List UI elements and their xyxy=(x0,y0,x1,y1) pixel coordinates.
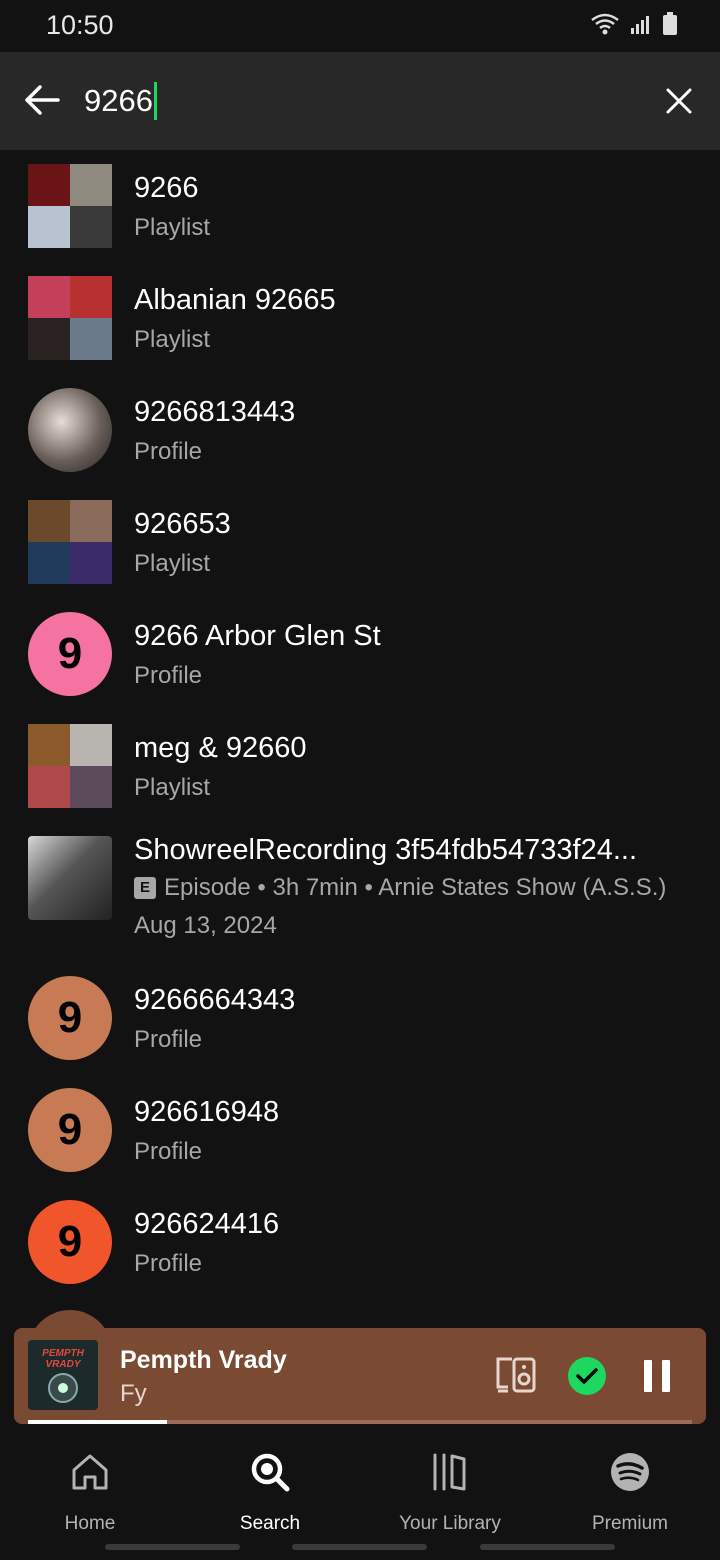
result-row-episode[interactable]: ShowreelRecording 3f54fdb54733f24... E E… xyxy=(0,834,720,966)
result-row[interactable]: 926653 Playlist xyxy=(0,500,720,600)
result-subtitle: Profile xyxy=(134,438,203,465)
playlist-cover xyxy=(28,724,112,808)
avatar-letter: 9 xyxy=(57,1217,83,1266)
library-icon xyxy=(433,1453,466,1491)
result-title: ShowreelRecording 3f54fdb54733f24... xyxy=(134,834,638,866)
result-row-partial xyxy=(0,1310,720,1328)
cover-art: PEMPTH VRADY xyxy=(28,1340,98,1410)
result-subtitle: Profile xyxy=(134,1138,203,1165)
now-playing-title: Pempth Vrady xyxy=(120,1346,287,1374)
result-subtitle: Playlist xyxy=(134,550,211,577)
result-title: 9266664343 xyxy=(134,984,296,1016)
text-caret xyxy=(153,82,157,120)
result-title: Albanian 92665 xyxy=(134,284,336,316)
nav-label: Search xyxy=(239,1513,301,1534)
result-title: 926653 xyxy=(134,508,231,540)
result-title: 9266 xyxy=(134,172,199,204)
result-title: 926624416 xyxy=(134,1208,280,1240)
result-subtitle: Episode • 3h 7min • Arnie States Show (A… xyxy=(164,874,667,901)
arrow-left-icon[interactable] xyxy=(22,80,62,120)
result-subtitle: Profile xyxy=(134,1250,203,1277)
result-row[interactable]: 9266 Playlist xyxy=(0,164,720,264)
result-title: 9266 Arbor Glen St xyxy=(134,620,381,652)
result-subtitle: Profile xyxy=(134,1026,203,1053)
result-row[interactable]: 9 926616948 Profile xyxy=(0,1088,720,1188)
gesture-bar xyxy=(105,1544,240,1550)
avatar-letter: 9 xyxy=(57,629,83,678)
avatar-letter: 9 xyxy=(57,1105,83,1154)
status-icons xyxy=(590,12,678,36)
wifi-icon xyxy=(591,13,619,35)
result-row[interactable]: 9 9266664343 Profile xyxy=(0,976,720,1076)
gesture-bar xyxy=(292,1544,427,1550)
profile-avatar: 9 xyxy=(28,1200,112,1284)
playlist-cover xyxy=(28,500,112,584)
home-icon xyxy=(72,1454,108,1490)
result-subtitle: Playlist xyxy=(134,326,211,353)
result-title: meg & 92660 xyxy=(134,732,307,764)
status-time: 10:50 xyxy=(46,10,114,40)
profile-avatar xyxy=(28,1310,112,1328)
playback-progress-fill xyxy=(28,1420,168,1424)
now-playing-cover: PEMPTH VRADY xyxy=(28,1340,98,1410)
playback-progress-bar xyxy=(28,1420,692,1424)
status-bar: 10:50 xyxy=(0,0,720,52)
nav-label: Home xyxy=(64,1513,116,1534)
result-title: 9266813443 xyxy=(134,396,296,428)
result-row[interactable]: 9 926624416 Profile xyxy=(0,1200,720,1300)
result-subtitle: Profile xyxy=(134,662,203,689)
mini-player[interactable]: PEMPTH VRADY Pempth Vrady Fy xyxy=(14,1328,706,1424)
profile-avatar: 9 xyxy=(28,612,112,696)
episode-cover xyxy=(28,836,112,920)
result-row[interactable]: meg & 92660 Playlist xyxy=(0,724,720,824)
nav-premium[interactable]: Premium xyxy=(540,1450,720,1535)
gesture-bar xyxy=(480,1544,615,1550)
result-row[interactable]: 9266813443 Profile xyxy=(0,388,720,488)
result-title: 926616948 xyxy=(134,1096,280,1128)
profile-avatar: 9 xyxy=(28,976,112,1060)
result-subtitle: Playlist xyxy=(134,774,211,801)
search-query-text: 9266 xyxy=(84,83,153,118)
explicit-badge: E xyxy=(134,877,156,899)
connect-device-icon[interactable] xyxy=(494,1355,538,1395)
spotify-logo-icon xyxy=(611,1453,649,1491)
nav-search[interactable]: Search xyxy=(180,1450,360,1535)
profile-photo xyxy=(28,388,112,472)
svg-text:VRADY: VRADY xyxy=(45,1359,81,1370)
profile-avatar: 9 xyxy=(28,1088,112,1172)
search-results-list: 9266 Playlist Albanian 92665 Playlist 92… xyxy=(0,150,720,1328)
close-icon[interactable] xyxy=(664,86,694,116)
signal-icon xyxy=(631,16,649,34)
search-bar: 9266 xyxy=(0,52,720,150)
result-row[interactable]: 9 9266 Arbor Glen St Profile xyxy=(0,612,720,712)
battery-icon xyxy=(663,12,677,35)
nav-library[interactable]: Your Library xyxy=(360,1450,540,1535)
playlist-cover xyxy=(28,164,112,248)
now-playing-artist: Fy xyxy=(120,1380,147,1407)
search-icon xyxy=(251,1453,290,1492)
avatar-letter: 9 xyxy=(57,993,83,1042)
nav-label: Your Library xyxy=(399,1513,501,1534)
playlist-cover xyxy=(28,276,112,360)
episode-meta: E Episode • 3h 7min • Arnie States Show … xyxy=(134,874,666,902)
pause-icon[interactable] xyxy=(640,1358,674,1394)
nav-label: Premium xyxy=(591,1513,668,1534)
saved-check-icon[interactable] xyxy=(568,1357,606,1395)
episode-date: Aug 13, 2024 xyxy=(134,912,277,939)
bottom-nav: Home Search Your Library Premium xyxy=(0,1428,720,1560)
nav-home[interactable]: Home xyxy=(0,1450,180,1535)
result-row[interactable]: Albanian 92665 Playlist xyxy=(0,276,720,376)
result-subtitle: Playlist xyxy=(134,214,211,241)
search-input[interactable]: 9266 xyxy=(84,80,157,122)
svg-text:PEMPTH: PEMPTH xyxy=(42,1348,84,1359)
